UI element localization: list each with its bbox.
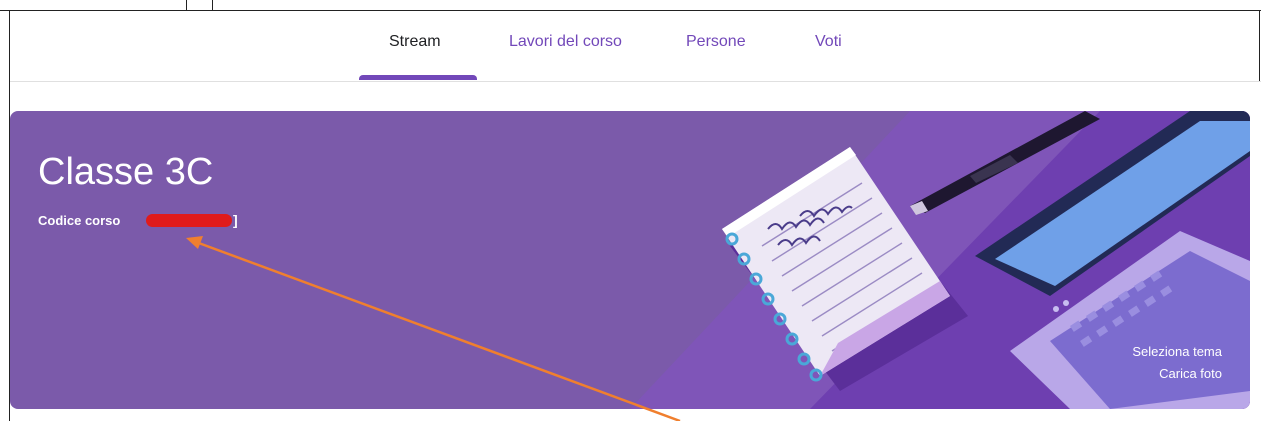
tab-lavori-del-corso[interactable]: Lavori del corso	[509, 33, 622, 51]
tab-stream[interactable]: Stream	[389, 33, 441, 51]
frame-top-divider	[186, 0, 187, 10]
class-code-value[interactable]: ]	[233, 212, 238, 228]
upload-photo-link[interactable]: Carica foto	[1159, 366, 1222, 381]
tab-voti[interactable]: Voti	[815, 33, 842, 51]
frame-top-divider-2	[212, 0, 213, 10]
class-code-label: Codice corso	[38, 213, 121, 228]
tab-persone[interactable]: Persone	[686, 33, 746, 51]
active-tab-indicator	[359, 75, 477, 80]
class-tab-bar: Stream Lavori del corso Persone Voti	[10, 11, 1261, 82]
select-theme-link[interactable]: Seleziona tema	[1132, 344, 1222, 359]
class-code-redaction	[146, 214, 232, 227]
class-banner: Classe 3C Codice corso ] Seleziona tema …	[10, 111, 1250, 409]
class-title: Classe 3C	[38, 151, 214, 193]
